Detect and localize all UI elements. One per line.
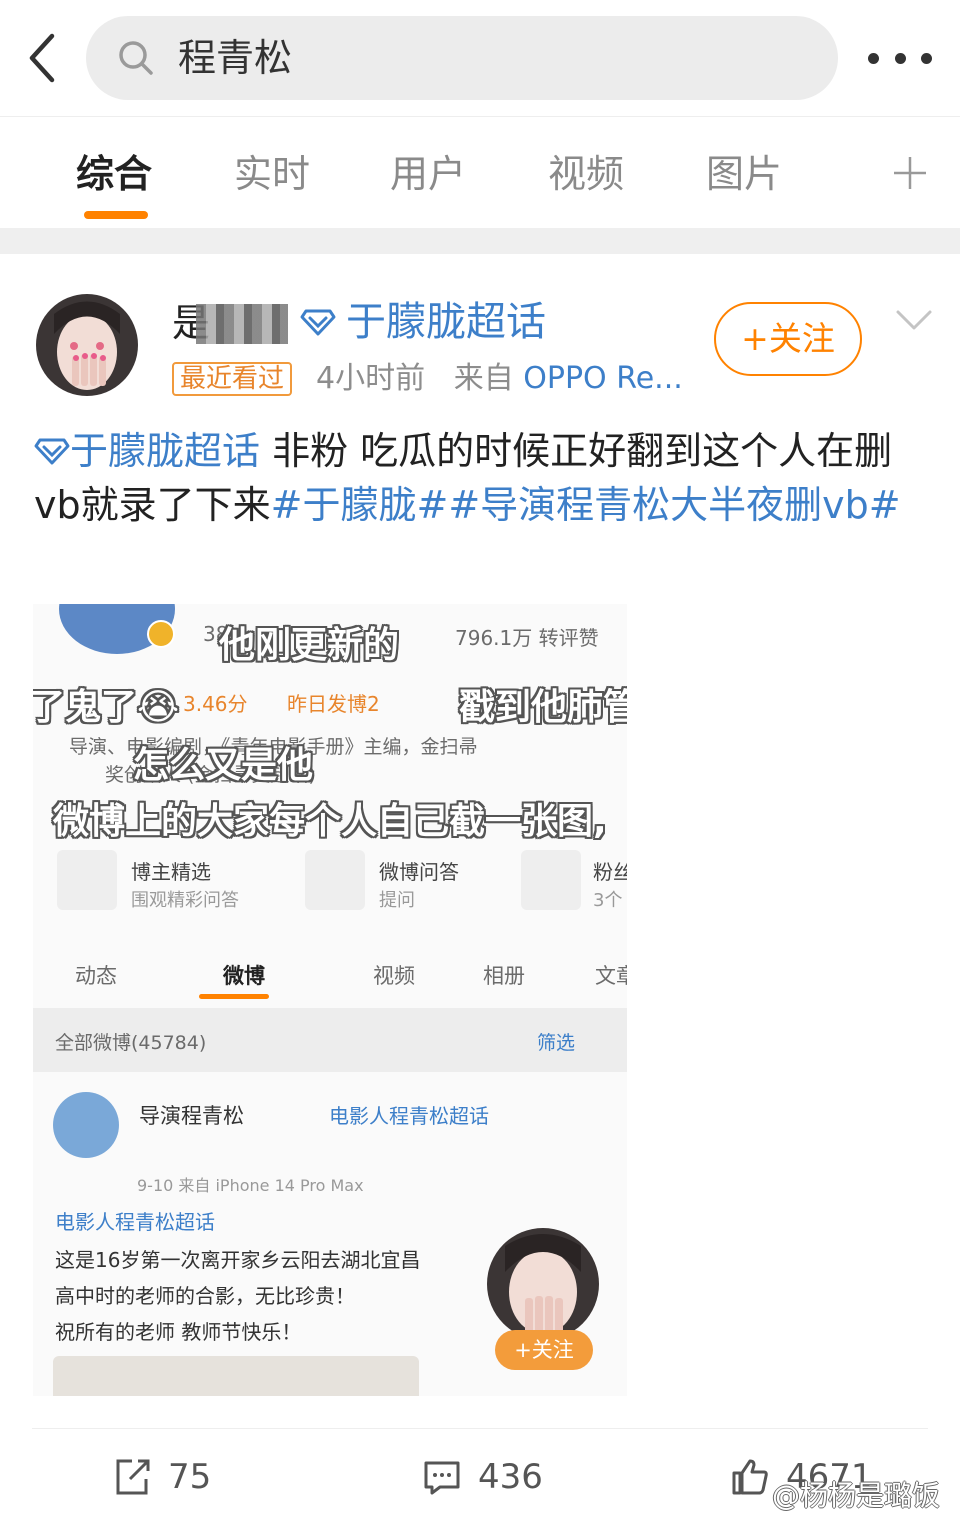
repost-button[interactable]: 75 xyxy=(112,1454,211,1500)
embedded-filter: 筛选 xyxy=(537,1032,576,1054)
chevron-down-icon[interactable] xyxy=(894,306,934,336)
avatar[interactable] xyxy=(36,294,138,396)
embedded-post-line: 高中时的老师的合影，无比珍贵！ xyxy=(55,1284,355,1308)
comment-count: 436 xyxy=(478,1457,543,1497)
embedded-stat: 796.1万 转评赞 xyxy=(455,626,599,650)
embedded-filter-bar: 全部微博(45784) 筛选 xyxy=(33,1008,627,1072)
subtitle-overlay: 戳到他肺管 xyxy=(459,687,627,728)
embedded-subtab: 动态 xyxy=(75,964,117,988)
active-tab-indicator xyxy=(84,211,148,219)
comment-button[interactable]: 436 xyxy=(422,1454,543,1500)
subtitle-overlay: 他刚更新的 xyxy=(219,625,400,666)
card-title: 博主精选 xyxy=(131,860,211,884)
search-query[interactable]: 程青松 xyxy=(178,34,292,82)
share-icon xyxy=(116,1459,150,1495)
post-time: 4小时前 xyxy=(316,361,426,396)
add-tab-icon[interactable] xyxy=(892,155,928,191)
embedded-tab-indicator xyxy=(199,994,269,999)
post-meta: 4小时前 来自 OPPO Re... xyxy=(316,358,683,400)
embedded-video-screenshot[interactable]: 38 796.1万 转评赞 3.46分 昨日发博2 导演、电影编剧，《青年电影手… xyxy=(33,604,627,1396)
section-divider xyxy=(0,228,960,254)
embedded-rating: 3.46分 xyxy=(183,692,248,716)
embedded-post-line: 祝所有的老师 教师节快乐！ xyxy=(55,1320,302,1344)
hashtag-link[interactable]: #导演程青松大半夜删vb# xyxy=(448,483,900,527)
card-title: 微博问答 xyxy=(379,860,459,884)
embedded-subtab: 微博 xyxy=(223,964,265,988)
verified-icon xyxy=(147,620,175,648)
embedded-post-topic: 电影人程青松超话 xyxy=(329,1104,489,1128)
top-bar: 程青松 xyxy=(0,0,960,116)
redacted-name xyxy=(196,304,288,344)
card-subtitle: 提问 xyxy=(379,890,415,911)
watermark: @杨杨是璐饭 xyxy=(772,1479,941,1512)
hashtag-link[interactable]: #于朦胧# xyxy=(271,483,449,527)
author-topic-link[interactable]: 于朦胧超话 xyxy=(300,296,546,348)
question-icon xyxy=(305,850,365,910)
embedded-post-author: 导演程青松 xyxy=(139,1104,244,1128)
fans-icon xyxy=(521,850,581,910)
card-subtitle: 围观精彩问答 xyxy=(131,890,239,911)
subtitle-overlay: 了鬼了😭 xyxy=(33,687,180,728)
more-icon[interactable] xyxy=(868,48,932,68)
follow-button[interactable]: +关注 xyxy=(714,302,862,376)
embedded-post-image xyxy=(53,1356,419,1396)
tab-users[interactable]: 用户 xyxy=(390,149,466,199)
back-icon[interactable] xyxy=(22,30,66,86)
search-icon xyxy=(119,41,153,75)
repost-count: 75 xyxy=(168,1457,212,1497)
post-topic-text: 于朦胧超话 xyxy=(70,429,261,473)
comment-icon xyxy=(424,1461,460,1495)
tab-comprehensive[interactable]: 综合 xyxy=(76,149,152,199)
diamond-icon xyxy=(300,309,336,336)
embedded-post-avatar xyxy=(53,1092,119,1158)
embedded-subtab: 文章 xyxy=(595,964,627,988)
embedded-all-weibo: 全部微博(45784) xyxy=(55,1032,207,1054)
picks-icon xyxy=(57,850,117,910)
subtitle-overlay: 微博上的大家每个人自己截一张图, xyxy=(53,801,607,842)
card-subtitle: 3个 xyxy=(593,890,623,911)
thumbs-up-icon xyxy=(732,1459,768,1495)
post-topic-link[interactable]: 于朦胧超话 xyxy=(34,429,260,473)
action-divider xyxy=(32,1428,928,1429)
post-source[interactable]: OPPO Re... xyxy=(523,361,683,396)
embedded-subtab: 相册 xyxy=(483,964,525,988)
topic-label: 于朦胧超话 xyxy=(346,299,546,345)
tab-realtime[interactable]: 实时 xyxy=(234,149,310,199)
embedded-post-meta: 9-10 来自 iPhone 14 Pro Max xyxy=(137,1176,364,1195)
search-bar[interactable]: 程青松 xyxy=(86,16,838,100)
embedded-topic-line: 电影人程青松超话 xyxy=(55,1210,215,1234)
post-body: 于朦胧超话 非粉 吃瓜的时候正好翻到这个人在删vb就录了下来#于朦胧##导演程青… xyxy=(34,424,926,532)
recently-viewed-badge: 最近看过 xyxy=(172,362,293,396)
tab-video[interactable]: 视频 xyxy=(548,149,624,199)
card-title: 粉丝 xyxy=(593,860,627,884)
from-label: 来自 xyxy=(453,361,514,396)
embedded-yesterday: 昨日发博2 xyxy=(287,692,380,716)
floating-avatar xyxy=(487,1228,599,1340)
diamond-icon xyxy=(34,438,70,465)
tab-images[interactable]: 图片 xyxy=(706,149,782,199)
subtitle-overlay: 怎么又是他 xyxy=(133,745,314,786)
embedded-post-line: 这是16岁第一次离开家乡云阳去湖北宜昌 xyxy=(55,1248,421,1272)
embedded-subtab: 视频 xyxy=(373,964,415,988)
tab-bar: 综合 实时 用户 视频 图片 xyxy=(0,116,960,228)
floating-follow-button[interactable]: +关注 xyxy=(495,1330,593,1370)
